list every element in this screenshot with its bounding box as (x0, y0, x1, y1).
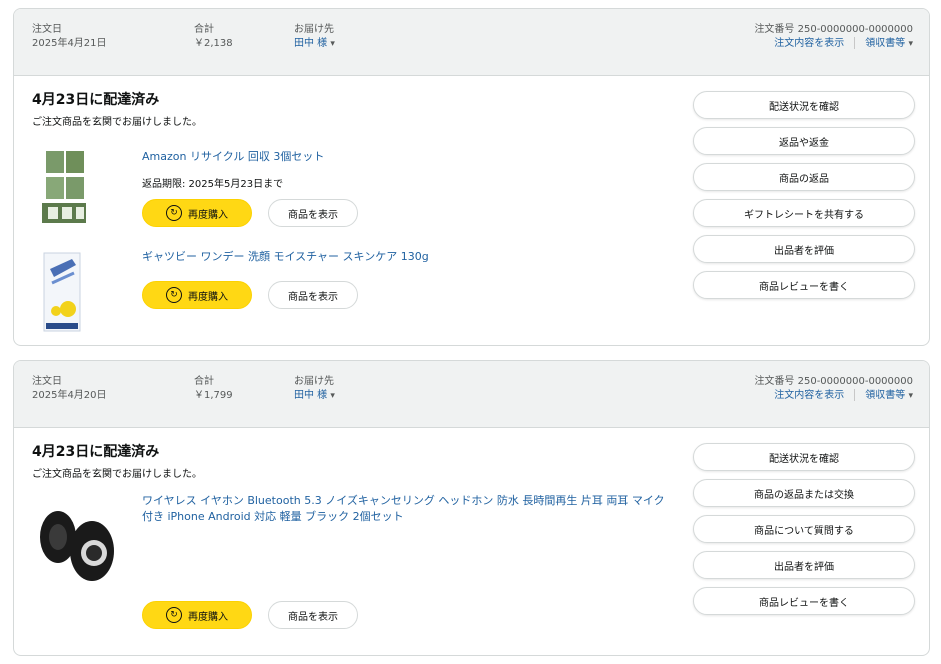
divider (854, 37, 856, 49)
product-title-link[interactable]: Amazon リサイクル 回収 3個セット (142, 149, 324, 165)
list-item: Amazon リサイクル 回収 3個セット 返品期限: 2025年5月23日まで… (32, 141, 672, 237)
order-total-value: ￥1,799 (194, 390, 233, 401)
divider (854, 389, 856, 401)
order-header: 注文日 2025年4月20日 合計 ￥1,799 お届け先 田中 様 ▾ 注文番… (14, 361, 929, 428)
chevron-down-icon: ▾ (330, 39, 335, 49)
ship-to-link[interactable]: 田中 様 ▾ (294, 37, 335, 51)
list-item: ワイヤレス イヤホン Bluetooth 5.3 ノイズキャンセリング ヘッドホ… (32, 493, 682, 643)
order-total: 合計 ￥1,799 (194, 375, 233, 403)
track-package-button[interactable]: 配送状況を確認 (693, 91, 915, 119)
order-total-label: 合計 (194, 24, 214, 35)
ask-question-button[interactable]: 商品について質問する (693, 515, 915, 543)
order-date-value: 2025年4月20日 (32, 390, 107, 401)
order-number: 注文番号 250-0000000-0000000 (754, 376, 913, 387)
order-ship-to: お届け先 田中 様 ▾ (294, 375, 335, 403)
buy-again-button[interactable]: ↻ 再度購入 (142, 601, 252, 629)
product-title-link[interactable]: ワイヤレス イヤホン Bluetooth 5.3 ノイズキャンセリング ヘッドホ… (142, 493, 672, 525)
ship-to-label: お届け先 (294, 24, 334, 35)
order-details-link[interactable]: 注文内容を表示 (774, 390, 844, 401)
share-gift-receipt-button[interactable]: ギフトレシートを共有する (693, 199, 915, 227)
delivery-substatus: ご注文商品を玄関でお届けしました。 (32, 117, 202, 128)
delivery-substatus: ご注文商品を玄関でお届けしました。 (32, 469, 202, 480)
list-item: ギャツビー ワンデー 洗顔 モイスチャー スキンケア 130g ↻ 再度購入 商品… (32, 249, 672, 341)
refresh-icon: ↻ (166, 205, 182, 221)
buy-again-button[interactable]: ↻ 再度購入 (142, 199, 252, 227)
seller-feedback-button[interactable]: 出品者を評価 (693, 235, 915, 263)
buy-again-button[interactable]: ↻ 再度購入 (142, 281, 252, 309)
refresh-icon: ↻ (166, 287, 182, 303)
product-title-link[interactable]: ギャツビー ワンデー 洗顔 モイスチャー スキンケア 130g (142, 249, 429, 265)
return-refund-button[interactable]: 返品や返金 (693, 127, 915, 155)
product-image[interactable] (32, 249, 92, 335)
delivery-status: 4月23日に配達済み (32, 444, 160, 460)
order-total: 合計 ￥2,138 (194, 23, 233, 51)
product-image[interactable] (32, 501, 122, 591)
chevron-down-icon: ▾ (908, 391, 913, 401)
return-exchange-button[interactable]: 商品の返品または交換 (693, 479, 915, 507)
return-window: 返品期限: 2025年5月23日まで (142, 179, 284, 190)
product-image[interactable] (32, 141, 92, 231)
order-card: 注文日 2025年4月20日 合計 ￥1,799 お届け先 田中 様 ▾ 注文番… (13, 360, 930, 656)
order-date: 注文日 2025年4月21日 (32, 23, 107, 51)
write-review-button[interactable]: 商品レビューを書く (693, 271, 915, 299)
order-total-label: 合計 (194, 376, 214, 387)
receipt-link[interactable]: 領収書等 ▾ (865, 38, 913, 49)
chevron-down-icon: ▾ (908, 39, 913, 49)
order-total-value: ￥2,138 (194, 38, 233, 49)
return-item-button[interactable]: 商品の返品 (693, 163, 915, 191)
order-details-link[interactable]: 注文内容を表示 (774, 38, 844, 49)
order-date-label: 注文日 (32, 376, 62, 387)
ship-to-label: お届け先 (294, 376, 334, 387)
chevron-down-icon: ▾ (330, 391, 335, 401)
view-item-button[interactable]: 商品を表示 (268, 601, 358, 629)
order-card: 注文日 2025年4月21日 合計 ￥2,138 お届け先 田中 様 ▾ 注文番… (13, 8, 930, 346)
receipt-link[interactable]: 領収書等 ▾ (865, 390, 913, 401)
track-package-button[interactable]: 配送状況を確認 (693, 443, 915, 471)
refresh-icon: ↻ (166, 607, 182, 623)
delivery-status: 4月23日に配達済み (32, 92, 160, 108)
view-item-button[interactable]: 商品を表示 (268, 199, 358, 227)
order-number: 注文番号 250-0000000-0000000 (754, 24, 913, 35)
write-review-button[interactable]: 商品レビューを書く (693, 587, 915, 615)
order-meta: 注文番号 250-0000000-0000000 注文内容を表示 領収書等 ▾ (754, 375, 913, 403)
order-ship-to: お届け先 田中 様 ▾ (294, 23, 335, 51)
seller-feedback-button[interactable]: 出品者を評価 (693, 551, 915, 579)
order-meta: 注文番号 250-0000000-0000000 注文内容を表示 領収書等 ▾ (754, 23, 913, 51)
order-date: 注文日 2025年4月20日 (32, 375, 107, 403)
order-date-label: 注文日 (32, 24, 62, 35)
order-date-value: 2025年4月21日 (32, 38, 107, 49)
view-item-button[interactable]: 商品を表示 (268, 281, 358, 309)
ship-to-link[interactable]: 田中 様 ▾ (294, 389, 335, 403)
order-header: 注文日 2025年4月21日 合計 ￥2,138 お届け先 田中 様 ▾ 注文番… (14, 9, 929, 76)
